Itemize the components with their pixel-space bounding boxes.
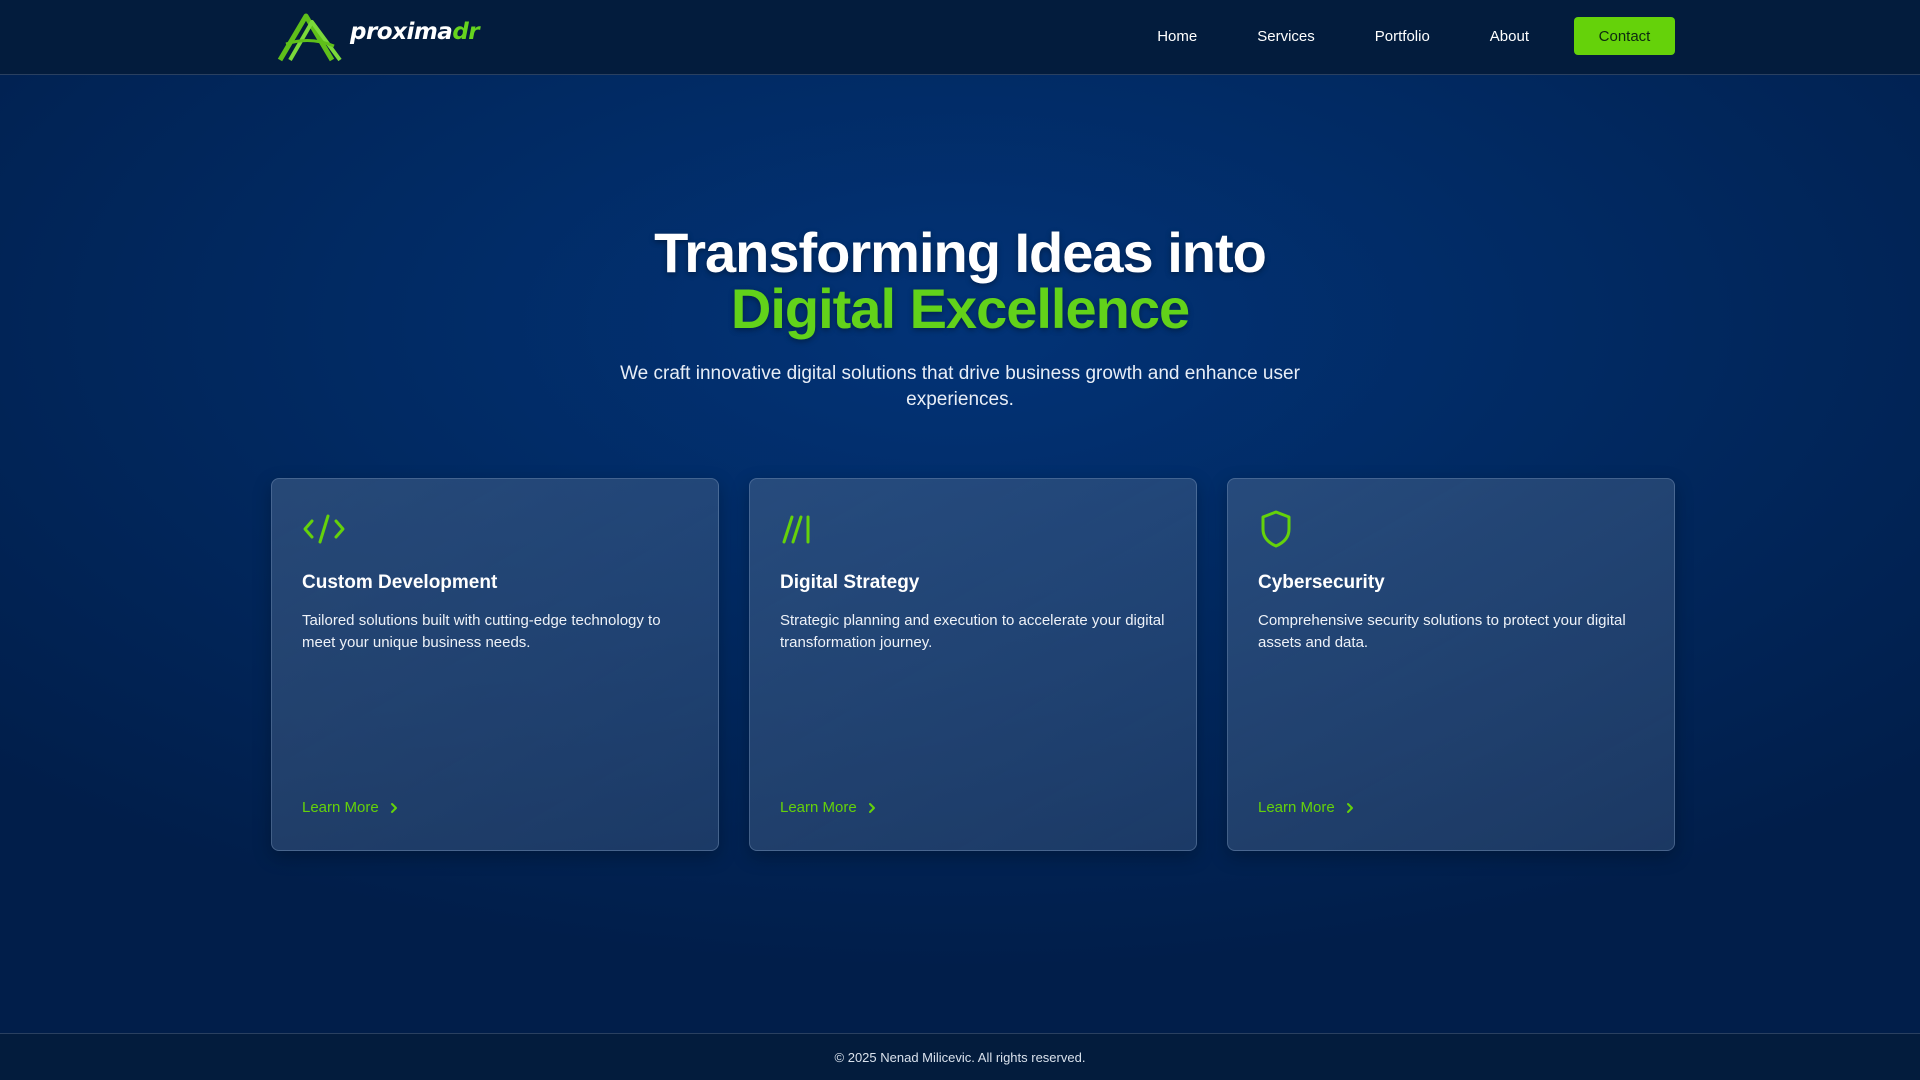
card-description: Comprehensive security solutions to prot…	[1258, 612, 1626, 651]
card-title: Digital Strategy	[780, 572, 920, 593]
learn-more-link[interactable]: Learn More	[780, 799, 877, 816]
service-card-custom-development: Custom Development Tailored solutions bu…	[271, 478, 719, 851]
hero-title-line2: Digital Excellence	[730, 277, 1190, 340]
learn-more-label: Learn More	[1258, 799, 1335, 816]
hero-title: Transforming Ideas into Digital Excellen…	[0, 225, 1920, 337]
nav-link-home[interactable]: Home	[1157, 28, 1197, 45]
brand-name: proximadr	[350, 19, 480, 45]
navbar: proximadr Home Services Portfolio About …	[0, 0, 1920, 75]
hero-section: Transforming Ideas into Digital Excellen…	[0, 225, 1920, 413]
shield-icon	[1261, 510, 1291, 548]
card-description: Tailored solutions built with cutting-ed…	[302, 612, 661, 651]
chevron-right-icon	[868, 802, 875, 813]
card-title: Custom Development	[302, 572, 498, 593]
copyright-text: © 2025 Nenad Milicevic. All rights reser…	[834, 1049, 1086, 1065]
main-nav: Home Services Portfolio About Contact	[1157, 17, 1675, 55]
brand-name-part2: dr	[452, 19, 480, 45]
learn-more-link[interactable]: Learn More	[302, 799, 399, 816]
learn-more-label: Learn More	[302, 799, 379, 816]
mountain-a-logo-icon	[277, 13, 342, 62]
nav-link-services[interactable]: Services	[1257, 28, 1315, 45]
learn-more-link[interactable]: Learn More	[1258, 799, 1355, 816]
card-title: Cybersecurity	[1258, 572, 1385, 593]
learn-more-label: Learn More	[780, 799, 857, 816]
brand-logo[interactable]: proximadr	[276, 10, 480, 62]
brand-name-part1: proxima	[350, 19, 453, 45]
service-card-cybersecurity: Cybersecurity Comprehensive security sol…	[1227, 478, 1675, 851]
hero-subtitle: We craft innovative digital solutions th…	[620, 363, 1300, 410]
nav-link-about[interactable]: About	[1490, 28, 1529, 45]
services-cards: Custom Development Tailored solutions bu…	[271, 478, 1675, 851]
service-card-digital-strategy: Digital Strategy Strategic planning and …	[749, 478, 1197, 851]
hero-title-line1: Transforming Ideas into	[654, 221, 1267, 284]
slashes-icon	[782, 515, 810, 544]
footer: © 2025 Nenad Milicevic. All rights reser…	[0, 1033, 1920, 1080]
contact-button[interactable]: Contact	[1574, 17, 1675, 55]
code-icon	[303, 514, 345, 544]
chevron-right-icon	[390, 802, 397, 813]
card-description: Strategic planning and execution to acce…	[780, 612, 1165, 651]
chevron-right-icon	[1346, 802, 1353, 813]
nav-link-portfolio[interactable]: Portfolio	[1375, 28, 1430, 45]
